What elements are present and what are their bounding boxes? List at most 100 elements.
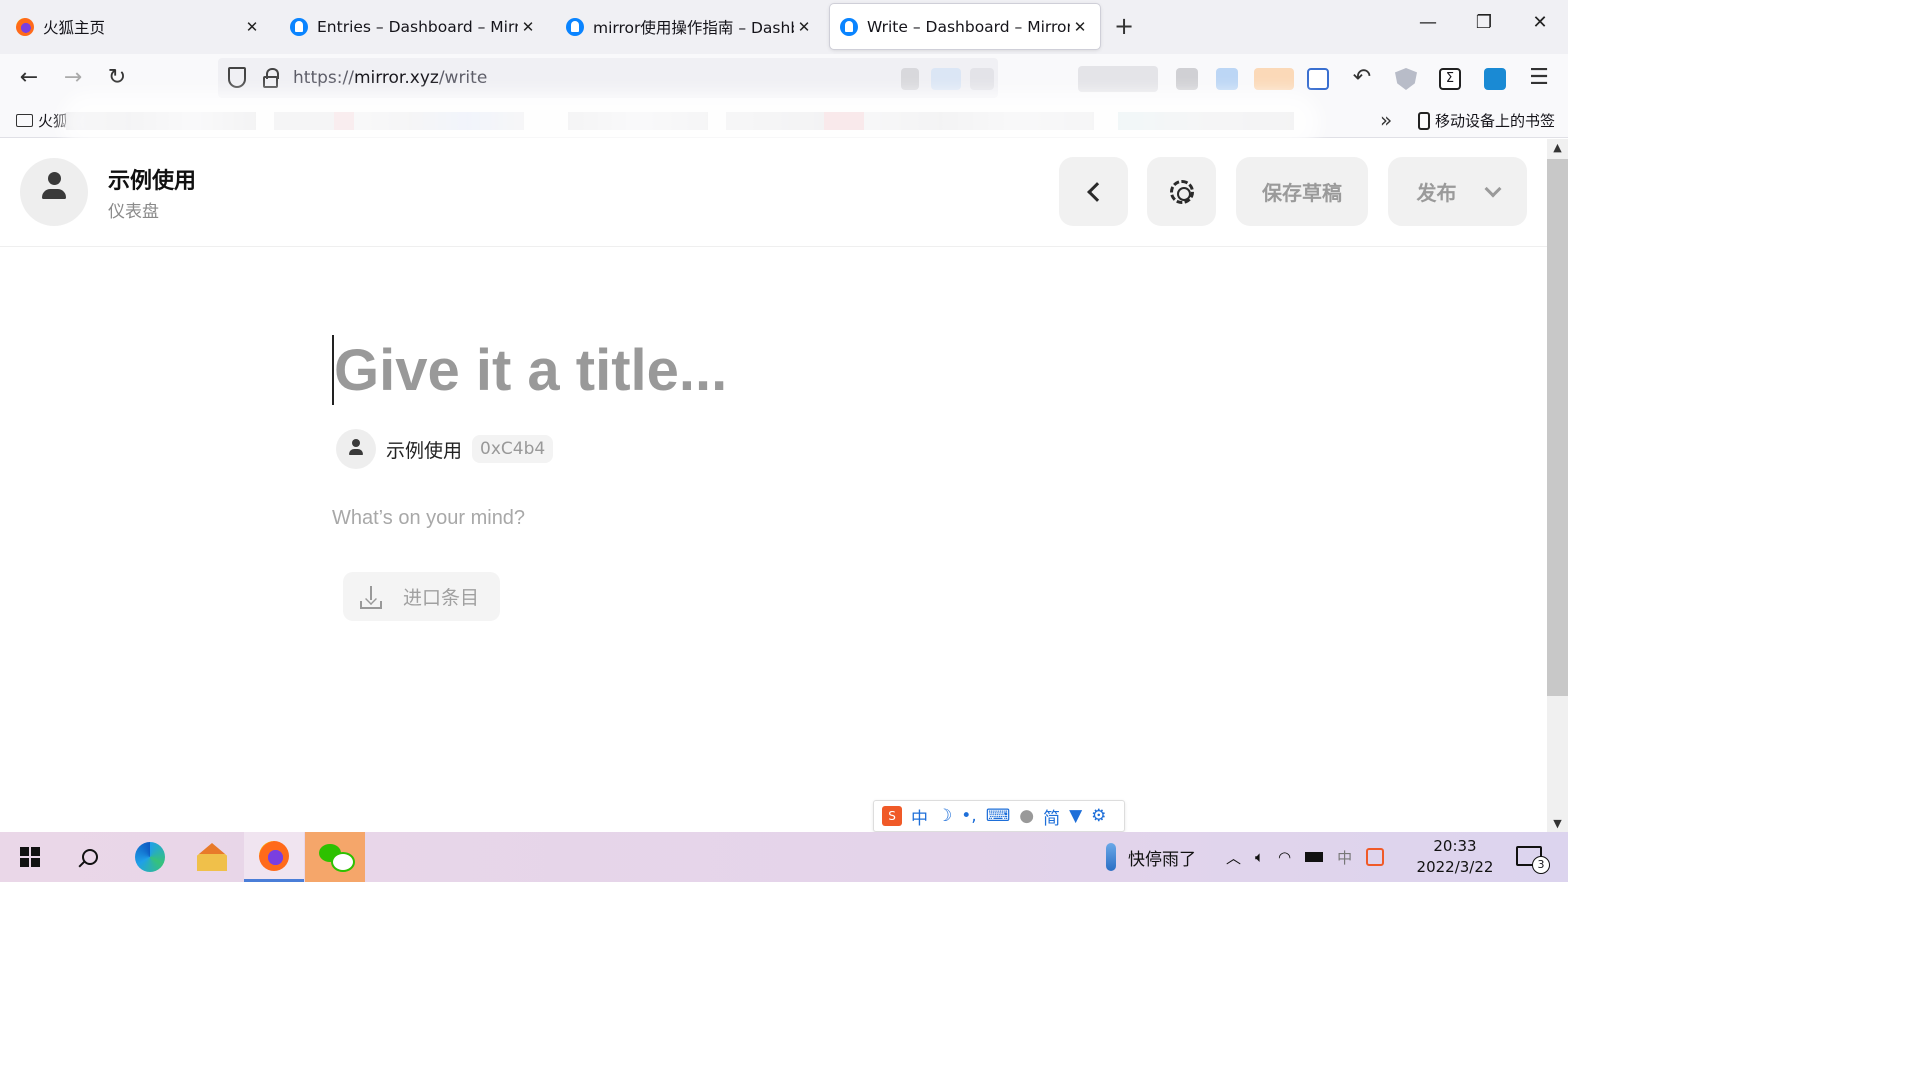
tab-entries[interactable]: Entries – Dashboard – Mirror ✕: [280, 4, 548, 49]
page-scrollbar[interactable]: ▲ ▼: [1547, 139, 1568, 832]
url-text[interactable]: https://mirror.xyz/write: [293, 68, 487, 88]
tab-firefox-home[interactable]: 火狐主页 ✕: [6, 4, 272, 49]
close-icon[interactable]: ✕: [1070, 18, 1090, 36]
tracking-protection-icon[interactable]: [228, 67, 246, 88]
cloud-icon[interactable]: [1216, 68, 1238, 90]
chevron-down-icon: [1484, 180, 1501, 197]
back-button[interactable]: ←: [16, 65, 42, 91]
tab-title: 火狐主页: [43, 18, 106, 37]
person-icon: [349, 439, 363, 459]
wifi-icon[interactable]: ◠: [1278, 848, 1291, 866]
ime-toolbar: S 中 ☽ •, ⌨ ● 简 ▼ ⚙: [873, 800, 1125, 832]
clock-date: 2022/3/22: [1416, 858, 1494, 876]
dashboard-link[interactable]: 仪表盘: [108, 197, 159, 222]
tab-write[interactable]: Write – Dashboard – Mirror ✕: [830, 4, 1100, 49]
download-icon: [359, 585, 383, 609]
tab-title: mirror使用操作指南 – Dashboard – Mirror: [593, 18, 794, 37]
more-bookmarks-chevron-icon[interactable]: »: [1380, 108, 1392, 132]
volume-icon[interactable]: 🔈︎: [1255, 848, 1264, 866]
import-entry-button[interactable]: 进口条目: [343, 572, 500, 621]
body-input[interactable]: [332, 507, 932, 530]
input-indicator[interactable]: 中: [1337, 847, 1352, 868]
keyboard-icon[interactable]: ⌨: [986, 806, 1011, 826]
import-entry-label: 进口条目: [403, 587, 480, 609]
chevron-up-icon[interactable]: ︿: [1226, 847, 1241, 868]
folder-icon: [16, 114, 33, 127]
taskbar-edge[interactable]: [120, 832, 180, 882]
url-path: /write: [438, 68, 488, 88]
house-app-icon: [197, 843, 227, 871]
window-close-button[interactable]: ✕: [1525, 12, 1555, 33]
translate-icon[interactable]: [1307, 68, 1329, 90]
start-button[interactable]: [0, 832, 60, 882]
umbrella-weather-icon: [1106, 843, 1116, 871]
extension-icon[interactable]: [1484, 68, 1506, 90]
metamask-fox-icon[interactable]: [1254, 68, 1294, 90]
reader-view-icon[interactable]: [901, 68, 919, 90]
blurred-extensions-area: [1078, 66, 1158, 92]
taskbar-search-button[interactable]: [60, 832, 120, 882]
minimize-button[interactable]: —: [1413, 12, 1443, 33]
undo-icon[interactable]: ↶: [1349, 65, 1375, 91]
battery-icon[interactable]: [1305, 852, 1324, 862]
extension-icon[interactable]: [1176, 68, 1198, 90]
publication-name: 示例使用: [108, 169, 197, 194]
close-icon[interactable]: ✕: [242, 18, 262, 36]
author-row: 示例使用 0xC4b4: [336, 429, 554, 469]
mobile-bookmarks[interactable]: 移动设备上的书签: [1418, 110, 1555, 131]
url-scheme: https://: [293, 68, 354, 88]
sogou-tray-icon[interactable]: [1366, 848, 1385, 866]
gear-icon[interactable]: ⚙: [1091, 806, 1106, 826]
back-chevron-button[interactable]: [1059, 157, 1128, 226]
restore-button[interactable]: ❐: [1469, 12, 1499, 33]
url-host: mirror.xyz: [353, 68, 439, 88]
phone-icon: [1418, 111, 1430, 130]
firefox-icon: [16, 17, 34, 36]
moon-icon[interactable]: ☽: [937, 806, 952, 826]
taskbar-firefox[interactable]: [244, 832, 304, 882]
title-input[interactable]: [332, 335, 1032, 405]
reload-button[interactable]: ↻: [104, 65, 130, 91]
publication-avatar[interactable]: [20, 158, 88, 226]
weather-text: 快停雨了: [1128, 849, 1196, 870]
lock-icon[interactable]: [263, 68, 279, 88]
weather-widget[interactable]: 快停雨了: [1106, 832, 1196, 882]
save-draft-button[interactable]: 保存草稿: [1236, 157, 1368, 226]
user-icon[interactable]: ●: [1019, 806, 1034, 826]
new-tab-button[interactable]: +: [1114, 14, 1134, 38]
person-icon: [42, 172, 66, 212]
taskbar-app-house[interactable]: [182, 832, 242, 882]
ime-layout-toggle[interactable]: 简: [1043, 804, 1060, 829]
close-icon[interactable]: ✕: [794, 18, 814, 36]
scrollbar-thumb[interactable]: [1547, 159, 1568, 696]
mirror-icon: [290, 17, 308, 36]
firefox-icon: [259, 840, 289, 871]
ime-mode-toggle[interactable]: 中: [911, 804, 928, 829]
notification-center-icon[interactable]: 3: [1516, 846, 1550, 874]
settings-button[interactable]: [1147, 157, 1216, 226]
menu-icon[interactable]: ☰: [1526, 65, 1552, 91]
wallet-address-badge: 0xC4b4: [472, 435, 554, 463]
scroll-up-arrow-icon[interactable]: ▲: [1547, 141, 1568, 154]
forward-button[interactable]: →: [60, 65, 86, 91]
tab-strip: 火狐主页 ✕ Entries – Dashboard – Mirror ✕ mi…: [0, 0, 1568, 54]
clock[interactable]: 20:33 2022/3/22: [1414, 836, 1496, 878]
shield-extension-icon[interactable]: [1395, 68, 1417, 90]
tab-title: Write – Dashboard – Mirror: [867, 17, 1070, 36]
punctuation-icon[interactable]: •,: [961, 806, 976, 826]
windows-logo-icon: [20, 847, 40, 867]
tab-mirror-guide[interactable]: mirror使用操作指南 – Dashboard – Mirror ✕: [556, 4, 824, 49]
publish-button[interactable]: 发布: [1388, 157, 1527, 226]
publish-label: 发布: [1416, 181, 1457, 205]
windows-taskbar: 快停雨了 ︿ 🔈︎ ◠ 中 20:33 2022/3/22 3: [0, 832, 1568, 882]
sogou-logo-icon[interactable]: S: [882, 806, 902, 826]
close-icon[interactable]: ✕: [518, 18, 538, 36]
scroll-down-arrow-icon[interactable]: ▼: [1547, 817, 1568, 830]
mirror-write-page: 示例使用 仪表盘 保存草稿 发布 示例使用 0xC4b4 进口条目: [0, 139, 1547, 832]
blurred-icon: [931, 68, 961, 90]
taskbar-wechat[interactable]: [305, 832, 365, 882]
sum-extension-icon[interactable]: Σ: [1439, 68, 1461, 90]
mirror-icon: [840, 17, 858, 36]
skin-shirt-icon[interactable]: ▼: [1069, 806, 1082, 826]
author-avatar: [336, 429, 376, 469]
